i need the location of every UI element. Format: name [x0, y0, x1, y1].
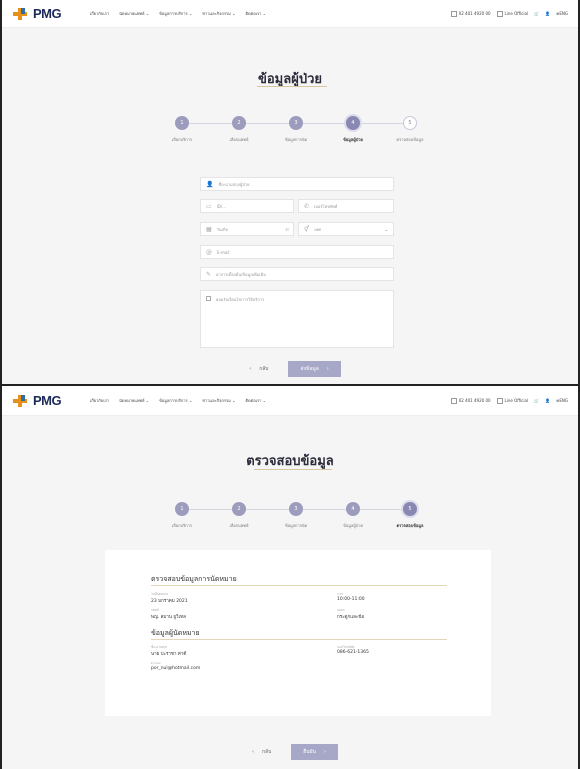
step-2: 2 เลือกแพทย์: [209, 116, 269, 143]
doctor-value: พญ. สมาน ยูวิเทล: [151, 615, 186, 620]
main-menu: เกี่ยวกับเรา นัดหมายแพทย์ ⌄ ข้อมูลการบริ…: [90, 397, 451, 404]
menu-about[interactable]: เกี่ยวกับเรา: [90, 397, 109, 404]
time-value: 10:00-11:00: [337, 597, 365, 602]
calendar-picker-icon: ☷: [285, 226, 289, 232]
id-input[interactable]: ▭ ID/...: [200, 199, 294, 213]
note-icon: ✎: [206, 270, 212, 278]
form-actions: ‹ กลับ ยืนยัน ›: [2, 744, 578, 760]
step-3: 3 ข้อมูลการนัด: [266, 116, 326, 143]
line-icon: [496, 10, 503, 17]
chevron-left-icon: ‹: [252, 749, 255, 755]
review-card: ตรวจสอบข้อมูลการนัดหมาย วันที่นัดหมาย 23…: [105, 550, 491, 716]
patient-section-title: ข้อมูลผู้นัดหมาย: [151, 629, 200, 637]
email-input[interactable]: @ E-mail: [200, 245, 394, 259]
patient-info-screen: PMG เกี่ยวกับเรา นัดหมายแพทย์ ⌄ ข้อมูลกา…: [0, 0, 580, 386]
note-input[interactable]: ✎ อาการเบื้องต้น/ข้อมูลเพิ่มเติม: [200, 267, 394, 281]
department-value: กระดูกและข้อ: [337, 615, 365, 620]
menu-about[interactable]: เกี่ยวกับเรา: [90, 10, 109, 17]
title-underline: [257, 86, 327, 87]
step-2: 2 เลือกแพทย์: [209, 502, 269, 529]
phone-icon: ✆: [304, 202, 310, 210]
menu-services[interactable]: ข้อมูลการบริการ ⌄: [159, 397, 192, 404]
top-navbar: PMG เกี่ยวกับเรา นัดหมายแพทย์ ⌄ ข้อมูลกา…: [2, 386, 578, 416]
cart-icon[interactable]: 🛒: [534, 398, 539, 403]
step-5: 5 ตรวจสอบข้อมูล: [380, 116, 440, 143]
phone-link[interactable]: 02 401 4920 00: [450, 10, 491, 17]
confirm-button[interactable]: ยืนยัน ›: [291, 744, 338, 760]
step-1: 1 เลือกบริการ: [152, 116, 212, 143]
additional-info-textarea[interactable]: ยอมรับเงื่อนไขการใช้บริการ: [200, 290, 394, 348]
email-label: E-mail: [151, 661, 161, 665]
gender-select[interactable]: ⚥ เพศ ⌄: [298, 222, 394, 236]
user-icon[interactable]: 👤: [545, 398, 550, 403]
step-3: 3 ข้อมูลการนัด: [266, 502, 326, 529]
user-icon[interactable]: 👤: [545, 11, 550, 16]
review-screen: PMG เกี่ยวกับเรา นัดหมายแพทย์ ⌄ ข้อมูลกา…: [0, 386, 580, 769]
progress-stepper: 1 เลือกบริการ 2 เลือกแพทย์ 3 ข้อมูลการนัด 4…: [152, 116, 442, 156]
form-actions: ‹ กลับ ส่งข้อมูล ›: [2, 361, 578, 377]
chevron-left-icon: ‹: [249, 366, 252, 372]
calendar-icon: ▦: [206, 225, 212, 233]
top-navbar: PMG เกี่ยวกับเรา นัดหมายแพทย์ ⌄ ข้อมูลกา…: [2, 0, 578, 28]
consent-checkbox[interactable]: [206, 296, 211, 301]
step-4: 4 ข้อมูลผู้ป่วย: [323, 502, 383, 529]
menu-services[interactable]: ข้อมูลการบริการ ⌄: [159, 10, 192, 17]
menu-news[interactable]: ข่าวและกิจกรรม ⌄: [202, 397, 235, 404]
pmg-logo[interactable]: PMG: [12, 6, 76, 21]
menu-appointment[interactable]: นัดหมายแพทย์ ⌄: [119, 10, 149, 17]
step-5: 5 ตรวจสอบข้อมูล: [380, 502, 440, 529]
line-link[interactable]: Line Official: [496, 10, 528, 17]
phone-icon: [450, 397, 457, 404]
cart-icon[interactable]: 🛒: [534, 11, 539, 16]
submit-button[interactable]: ส่งข้อมูล ›: [288, 361, 341, 377]
menu-news[interactable]: ข่าวและกิจกรรม ⌄: [202, 10, 235, 17]
menu-contact[interactable]: ติดต่อเรา ⌄: [245, 397, 266, 404]
date-value: 23 มกราคม 2021: [151, 599, 188, 604]
back-button[interactable]: ‹ กลับ: [242, 744, 281, 760]
birthdate-input[interactable]: ▦ วันเกิด ☷: [200, 222, 294, 236]
line-icon: [496, 397, 503, 404]
main-menu: เกี่ยวกับเรา นัดหมายแพทย์ ⌄ ข้อมูลการบริ…: [90, 10, 451, 17]
patient-name-input[interactable]: 👤 ชื่อ-นามสกุลผู้ป่วย: [200, 177, 394, 191]
gender-icon: ⚥: [304, 225, 310, 233]
email-icon: @: [206, 248, 212, 256]
logo-cross-icon: [12, 7, 32, 21]
language-switch[interactable]: ⊕ENG: [556, 11, 568, 16]
step-1: 1 เลือกบริการ: [152, 502, 212, 529]
title-underline: [254, 469, 332, 470]
step-4: 4 ข้อมูลผู้ป่วย: [323, 116, 383, 143]
phone-value: 086-621-1365: [337, 650, 369, 655]
id-card-icon: ▭: [206, 202, 212, 210]
appointment-section-title: ตรวจสอบข้อมูลการนัดหมาย: [151, 575, 237, 583]
line-link[interactable]: Line Official: [496, 397, 528, 404]
name-value: นาย ปะราชา ค่าดี: [151, 652, 187, 657]
phone-link[interactable]: 02 401 4920 00: [450, 397, 491, 404]
phone-input[interactable]: ✆ เบอร์โทรศัพท์: [298, 199, 394, 213]
chevron-right-icon: ›: [323, 749, 326, 755]
phone-icon: [450, 10, 457, 17]
chevron-right-icon: ›: [326, 366, 329, 372]
section-divider: [151, 639, 447, 640]
menu-appointment[interactable]: นัดหมายแพทย์ ⌄: [119, 397, 149, 404]
back-button[interactable]: ‹ กลับ: [239, 361, 278, 377]
chevron-down-icon: ⌄: [384, 226, 388, 232]
section-divider: [151, 585, 447, 586]
logo-cross-icon: [12, 394, 32, 408]
progress-stepper: 1 เลือกบริการ 2 เลือกแพทย์ 3 ข้อมูลการนัด 4…: [152, 502, 442, 542]
menu-contact[interactable]: ติดต่อเรา ⌄: [245, 10, 266, 17]
language-switch[interactable]: ⊕ENG: [556, 398, 568, 403]
pmg-logo[interactable]: PMG: [12, 393, 76, 408]
user-icon: 👤: [206, 180, 214, 188]
page-title: ตรวจสอบข้อมูล: [246, 454, 334, 469]
email-value: por_nul@hotmail.com: [151, 666, 201, 671]
